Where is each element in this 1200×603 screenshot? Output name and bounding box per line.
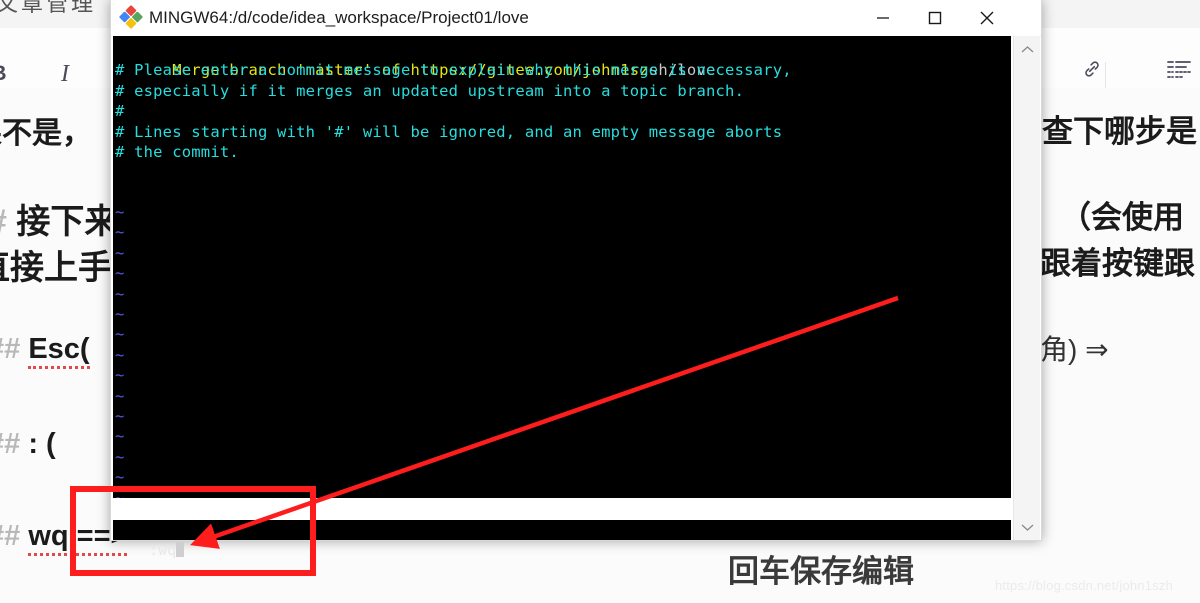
md-line-4: ## : ( [0, 428, 56, 461]
vim-command-text: :wq [149, 541, 177, 559]
terminal-titlebar[interactable]: MINGW64:/d/code/idea_workspace/Project01… [111, 0, 1041, 37]
watermark: https://blog.csdn.net/john1szh [995, 578, 1174, 593]
md-bottom-caption-text: 回车保存编辑 [728, 554, 914, 589]
close-button[interactable] [961, 0, 1013, 36]
md-line-1-text: 接下来 [16, 203, 119, 241]
md-right-line-3: 角) ⇒ [1040, 328, 1109, 368]
terminal-line-5: # the commit. [115, 143, 239, 161]
md-line-3: ## Esc( [0, 333, 90, 369]
md-right-line-0-text: 查下哪步是 [1042, 114, 1197, 149]
md-line-4-text: : ( [28, 428, 56, 460]
md-line-2: 直接上手 [0, 240, 112, 289]
bold-icon: B [0, 58, 32, 90]
scrollbar-up-icon[interactable] [1014, 36, 1040, 62]
md-bottom-caption: 回车保存编辑 [728, 546, 914, 591]
terminal-scrollbar[interactable] [1013, 36, 1040, 540]
md-line-5: ## wq ==> [0, 520, 128, 556]
vim-cursor [176, 542, 185, 557]
md-right-line-0: 查下哪步是 [1042, 106, 1197, 151]
md-line-4-hash: ## [0, 428, 21, 460]
md-right-line-2-text: 跟着按键跟 [1040, 246, 1195, 281]
md-right-line-3-text: 角) ⇒ [1040, 334, 1109, 365]
top-strip-partial-text: 文章管理 [0, 0, 97, 16]
terminal-title: MINGW64:/d/code/idea_workspace/Project01… [149, 8, 529, 27]
md-right-line-1-text: （会使用 [1060, 200, 1184, 235]
terminal-line-1: # Please enter a commit message to expla… [115, 61, 792, 80]
minimize-button[interactable] [857, 0, 909, 36]
md-line-3-hash: ## [0, 333, 21, 365]
vim-empty-line-markers: ~ ~ ~ ~ ~ ~ ~ ~ ~ ~ ~ ~ ~ ~ ~ ~ [115, 203, 125, 502]
md-right-line-1: （会使用 [1060, 192, 1184, 237]
md-line-3-text: Esc( [28, 333, 90, 369]
summary-icon [1146, 58, 1200, 90]
md-line-0-text: 果不是， [0, 117, 92, 150]
italic-icon: I [61, 61, 69, 87]
terminal-line-3: # [115, 102, 125, 121]
maximize-button[interactable] [909, 0, 961, 36]
mingw64-terminal-window[interactable]: MINGW64:/d/code/idea_workspace/Project01… [110, 0, 1042, 559]
md-line-0: 果不是， [0, 108, 92, 152]
vim-status-line: </idea_workspace/Project01/love/.git/MER… [113, 498, 1011, 520]
link-icon [1059, 58, 1125, 90]
terminal-line-4: # Lines starting with '#' will be ignore… [115, 122, 783, 141]
md-line-1: # 接下来 [0, 194, 118, 243]
md-line-2-text: 直接上手 [0, 249, 112, 287]
scrollbar-down-icon[interactable] [1014, 514, 1040, 540]
mingw-diamond-icon [119, 5, 143, 29]
terminal-screen[interactable]: Merge branch 'master' of https://gitee.c… [113, 36, 1011, 502]
terminal-line-2: # especially if it merges an updated ups… [115, 81, 745, 100]
vim-command-line[interactable]: :wq [113, 520, 1011, 559]
md-line-1-hash: # [0, 203, 7, 241]
md-line-5-hash: ## [0, 520, 21, 552]
md-right-line-2: 跟着按键跟 [1040, 238, 1195, 283]
